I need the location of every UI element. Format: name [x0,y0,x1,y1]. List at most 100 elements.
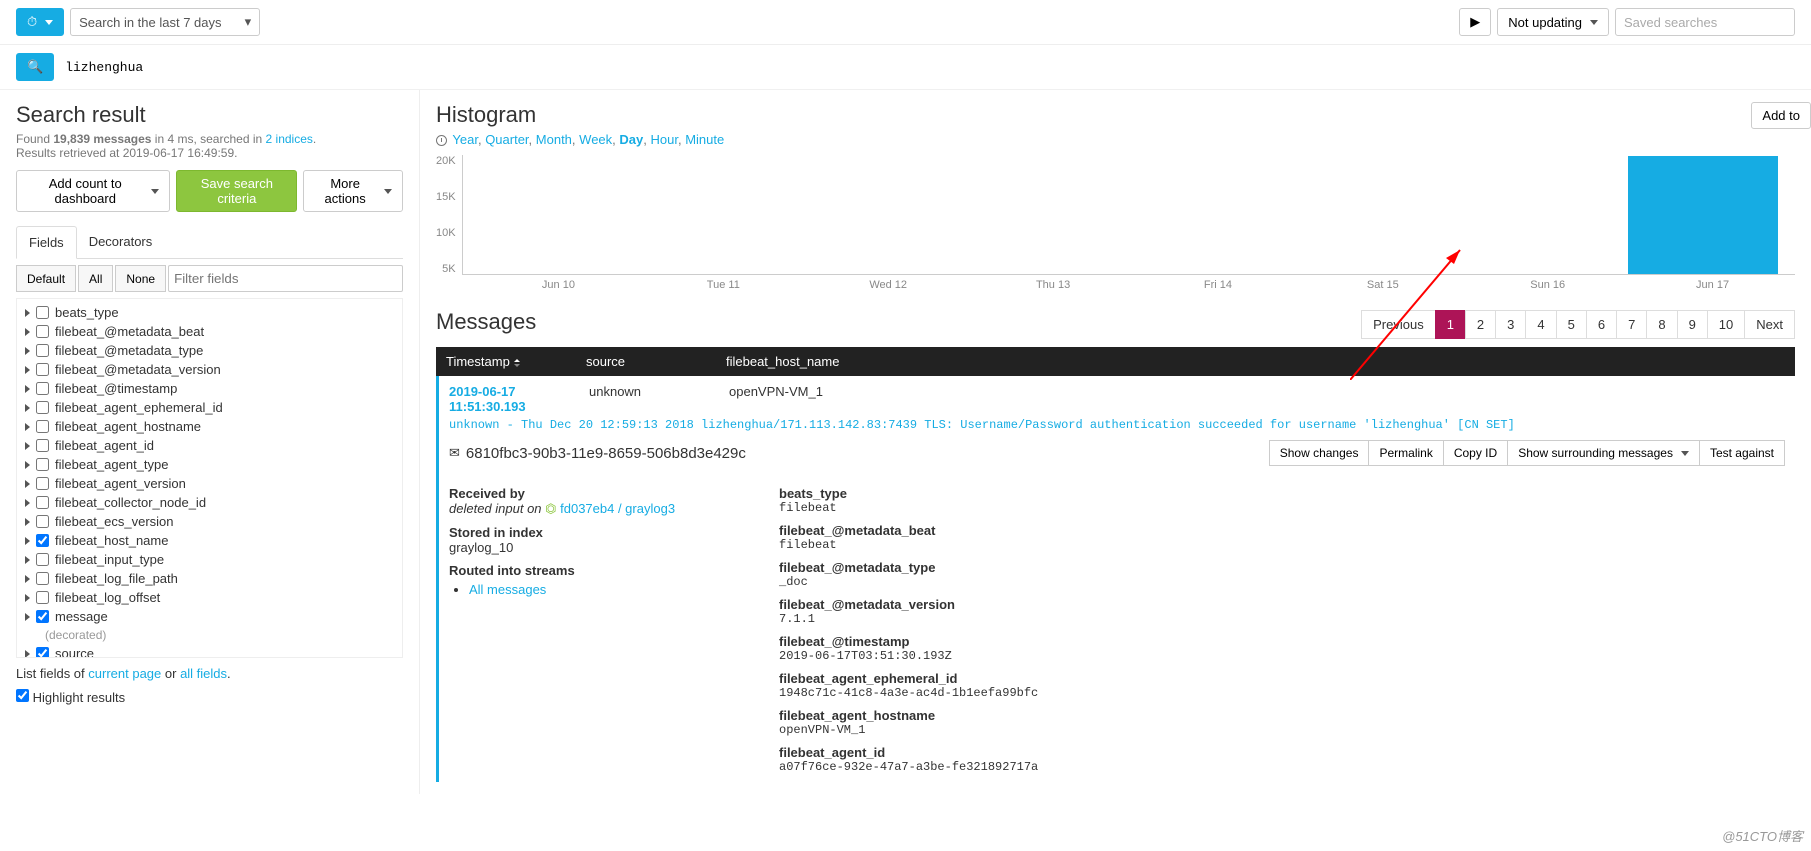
field-checkbox[interactable] [36,363,49,376]
timerange-select[interactable]: Search in the last 7 days▾ [70,8,260,36]
page-3[interactable]: 3 [1495,310,1526,339]
add-count-dashboard-button[interactable]: Add count to dashboard [16,170,170,212]
field-item[interactable]: filebeat_agent_hostname [17,417,402,436]
field-checkbox[interactable] [36,458,49,471]
saved-searches-select[interactable]: Saved searches [1615,8,1795,36]
field-checkbox[interactable] [36,553,49,566]
granularity-month[interactable]: Month [536,132,572,147]
show-surrounding-button[interactable]: Show surrounding messages [1507,440,1700,466]
field-checkbox[interactable] [36,477,49,490]
tab-fields[interactable]: Fields [16,226,77,259]
message-row[interactable]: 2019-06-17 11:51:30.193 unknown openVPN-… [436,376,1795,782]
field-checkbox[interactable] [36,344,49,357]
col-timestamp[interactable]: Timestamp [446,354,586,369]
field-item[interactable]: filebeat_host_name [17,531,402,550]
field-checkbox[interactable] [36,420,49,433]
timerange-preset-button[interactable]: ⏱ [16,8,64,36]
clock-icon [436,135,447,146]
expand-icon [25,404,30,412]
page-9[interactable]: 9 [1677,310,1708,339]
field-item[interactable]: filebeat_collector_node_id [17,493,402,512]
query-input[interactable] [60,55,440,80]
node-link[interactable]: fd037eb4 / graylog3 [560,501,675,516]
permalink-button[interactable]: Permalink [1368,440,1443,466]
fields-none-button[interactable]: None [115,265,166,292]
xaxis-tick: Sun 16 [1465,279,1630,291]
fields-all-button[interactable]: All [78,265,113,292]
page-6[interactable]: 6 [1586,310,1617,339]
filter-fields-input[interactable] [168,265,403,292]
field-checkbox[interactable] [36,382,49,395]
field-item[interactable]: filebeat_log_file_path [17,569,402,588]
granularity-week[interactable]: Week [579,132,612,147]
tab-decorators[interactable]: Decorators [77,226,165,258]
field-checkbox[interactable] [36,515,49,528]
field-item[interactable]: filebeat_agent_version [17,474,402,493]
field-item[interactable]: filebeat_log_offset [17,588,402,607]
save-search-criteria-button[interactable]: Save search criteria [176,170,297,212]
field-item[interactable]: filebeat_@metadata_type [17,341,402,360]
field-name: filebeat_input_type [55,552,164,567]
highlight-results-label[interactable]: Highlight results [16,690,125,705]
field-item[interactable]: source [17,644,402,658]
col-source[interactable]: source [586,354,726,369]
field-checkbox[interactable] [36,439,49,452]
stream-all-messages-link[interactable]: All messages [469,582,546,597]
current-page-link[interactable]: current page [88,666,161,681]
expand-icon [25,423,30,431]
field-checkbox[interactable] [36,306,49,319]
page-5[interactable]: 5 [1556,310,1587,339]
field-checkbox[interactable] [36,610,49,623]
page-8[interactable]: 8 [1646,310,1677,339]
fields-default-button[interactable]: Default [16,265,76,292]
highlight-results-checkbox[interactable] [16,689,29,702]
detail-value: 7.1.1 [779,612,1038,626]
field-item[interactable]: filebeat_agent_ephemeral_id [17,398,402,417]
field-item[interactable]: filebeat_agent_id [17,436,402,455]
indices-link[interactable]: 2 indices [266,132,313,146]
granularity-hour[interactable]: Hour [650,132,677,147]
page-2[interactable]: 2 [1465,310,1496,339]
fields-list[interactable]: beats_type filebeat_@metadata_beat fileb… [16,298,403,658]
field-checkbox[interactable] [36,401,49,414]
play-button[interactable]: ▶ [1459,8,1491,36]
field-item[interactable]: filebeat_input_type [17,550,402,569]
col-host[interactable]: filebeat_host_name [726,354,1785,369]
field-item[interactable]: beats_type [17,303,402,322]
field-checkbox[interactable] [36,572,49,585]
granularity-day[interactable]: Day [619,132,643,147]
field-checkbox[interactable] [36,496,49,509]
page-4[interactable]: 4 [1525,310,1556,339]
granularity-quarter[interactable]: Quarter [485,132,528,147]
field-checkbox[interactable] [36,534,49,547]
search-button[interactable]: 🔍 [16,53,54,81]
row-message: unknown - Thu Dec 20 12:59:13 2018 lizhe… [449,418,1785,432]
field-item[interactable]: message [17,607,402,626]
field-item[interactable]: filebeat_@metadata_beat [17,322,402,341]
updating-dropdown[interactable]: Not updating [1497,8,1609,36]
envelope-icon: ✉ [449,445,460,461]
test-against-button[interactable]: Test against [1699,440,1785,466]
page-prev[interactable]: Previous [1361,310,1436,339]
field-item[interactable]: filebeat_ecs_version [17,512,402,531]
histogram-plot[interactable] [462,155,1795,275]
page-7[interactable]: 7 [1616,310,1647,339]
field-item[interactable]: filebeat_@timestamp [17,379,402,398]
show-changes-button[interactable]: Show changes [1269,440,1370,466]
histogram-bar[interactable] [1628,156,1778,274]
page-10[interactable]: 10 [1707,310,1745,339]
copy-id-button[interactable]: Copy ID [1443,440,1508,466]
field-item[interactable]: filebeat_agent_type [17,455,402,474]
field-checkbox[interactable] [36,647,49,658]
granularity-year[interactable]: Year [452,132,478,147]
page-1[interactable]: 1 [1435,310,1466,339]
field-checkbox[interactable] [36,325,49,338]
field-item[interactable]: filebeat_@metadata_version [17,360,402,379]
all-fields-link[interactable]: all fields [180,666,227,681]
add-to-button[interactable]: Add to [1751,102,1811,129]
granularity-minute[interactable]: Minute [685,132,724,147]
more-actions-button[interactable]: More actions [303,170,403,212]
detail-value: 2019-06-17T03:51:30.193Z [779,649,1038,663]
page-next[interactable]: Next [1744,310,1795,339]
field-checkbox[interactable] [36,591,49,604]
